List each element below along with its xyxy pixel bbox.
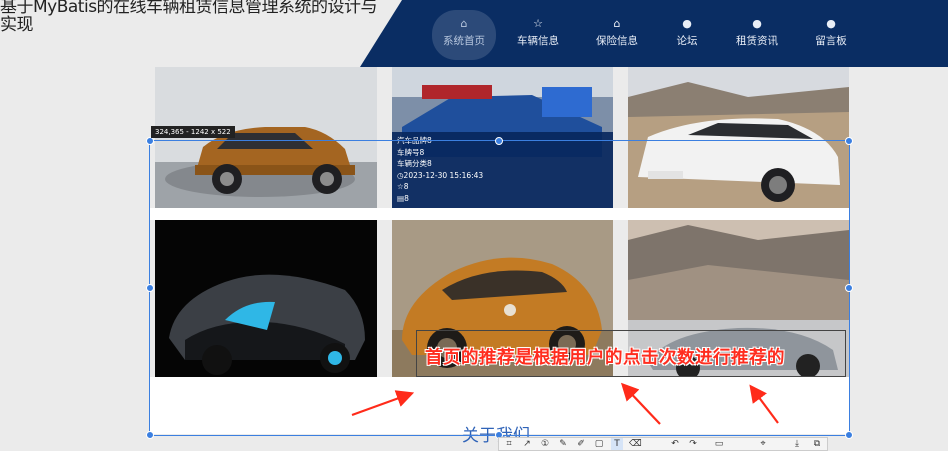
crop-icon[interactable]: ⌗: [503, 438, 515, 450]
ocr-icon[interactable]: ▭: [713, 438, 725, 450]
number-icon[interactable]: ①: [539, 438, 551, 450]
arrow-icon: [620, 382, 661, 425]
copy-icon[interactable]: ⧉: [811, 438, 823, 450]
pin-icon[interactable]: ⌖: [757, 438, 769, 450]
text-icon[interactable]: T: [611, 438, 623, 450]
save-icon[interactable]: ⤓: [791, 438, 803, 450]
arrow-icon: [749, 384, 779, 424]
undo-icon[interactable]: ↶: [669, 438, 681, 450]
pen-icon[interactable]: ✎: [557, 438, 569, 450]
annotation-arrows: [351, 382, 779, 425]
pencil-icon[interactable]: ✐: [575, 438, 587, 450]
arrow-icon: [351, 390, 415, 417]
eraser-icon[interactable]: ⌫: [629, 438, 642, 450]
arrow-icon[interactable]: ↗: [521, 438, 533, 450]
redo-icon[interactable]: ↷: [687, 438, 699, 450]
rect-icon[interactable]: ▢: [593, 438, 605, 450]
